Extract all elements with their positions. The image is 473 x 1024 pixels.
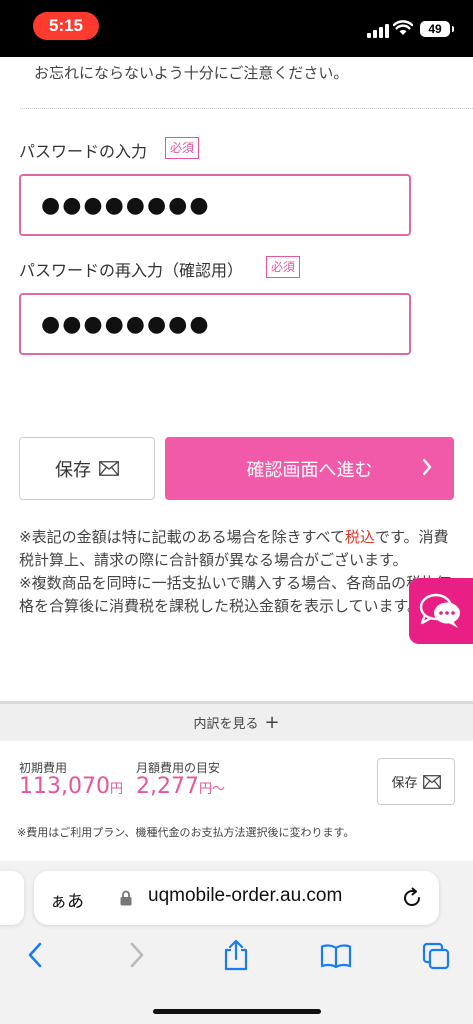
- bookmarks-icon[interactable]: [320, 943, 352, 969]
- plus-icon: +: [264, 711, 280, 733]
- page-settings-button[interactable]: ぁあ: [50, 887, 84, 912]
- status-bar: 5:15 49: [0, 0, 473, 57]
- proceed-button-label: 確認画面へ進む: [246, 459, 373, 481]
- summary-save-button[interactable]: 保存: [377, 758, 455, 805]
- divider: [20, 108, 473, 109]
- password-input[interactable]: ●●●●●●●●: [19, 174, 411, 236]
- chat-bubble-icon: [419, 593, 460, 628]
- forward-icon[interactable]: [128, 941, 146, 969]
- password-confirm-input[interactable]: ●●●●●●●●: [19, 293, 411, 355]
- reload-icon[interactable]: [401, 887, 423, 909]
- password-confirm-label: パスワードの再入力（確認用）: [19, 261, 244, 280]
- tax-included-text: 税込: [344, 528, 375, 546]
- password-notice: お忘れにならないよう十分にご注意ください。: [34, 64, 349, 82]
- summary-save-label: 保存: [391, 776, 418, 791]
- initial-cost-value: 113,070円: [19, 774, 123, 799]
- url-text: uqmobile-order.au.com: [148, 885, 343, 906]
- battery-icon: 49: [420, 21, 454, 37]
- monthly-cost-value: 2,277円〜: [136, 774, 225, 799]
- tabs-icon[interactable]: [422, 942, 450, 970]
- required-badge: 必須: [266, 256, 301, 278]
- status-time: 5:15: [33, 12, 99, 40]
- lock-icon: [120, 890, 132, 906]
- price-notes: ※表記の金額は特に記載のある場合を除きすべて税込です。消費税計算上、請求の際に合…: [19, 526, 459, 618]
- browser-toolbar: [0, 931, 473, 1024]
- fee-note: ※費用はご利用プラン、機種代金のお支払方法選択後に変わります。: [17, 826, 355, 839]
- home-indicator: [153, 1009, 321, 1014]
- wifi-icon: [393, 20, 413, 35]
- password-masked-value: ●●●●●●●●: [41, 193, 211, 218]
- required-badge: 必須: [165, 137, 200, 159]
- share-icon[interactable]: [223, 939, 249, 971]
- browser-address-area: ぁあ uqmobile-order.au.com: [0, 861, 473, 931]
- previous-tab-preview[interactable]: [0, 871, 24, 925]
- password-label: パスワードの入力: [19, 142, 148, 161]
- cost-summary: 初期費用 113,070円 月額費用の目安 2,277円〜 保存 ※費用はご利用…: [0, 741, 473, 861]
- chat-support-button[interactable]: [409, 578, 473, 644]
- multi-item-note: ※複数商品を同時に一括支払いで購入する場合、各商品の税抜価格を合算後に消費税を課…: [19, 574, 452, 615]
- back-icon[interactable]: [26, 941, 44, 969]
- proceed-to-confirmation-button[interactable]: 確認画面へ進む: [165, 437, 454, 500]
- envelope-icon: [99, 461, 119, 476]
- save-button-label: 保存: [55, 459, 91, 481]
- address-bar[interactable]: ぁあ uqmobile-order.au.com: [34, 871, 439, 925]
- save-button[interactable]: 保存: [19, 437, 155, 500]
- view-breakdown-label: 内訳を見る: [193, 717, 259, 732]
- cellular-signal-icon: [367, 22, 389, 38]
- envelope-icon: [422, 774, 441, 789]
- chevron-right-icon: [422, 458, 432, 476]
- view-breakdown-button[interactable]: 内訳を見る +: [0, 704, 473, 741]
- password-confirm-masked-value: ●●●●●●●●: [41, 312, 211, 337]
- tax-note: ※表記の金額は特に記載のある場合を除きすべて税込です。消費税計算上、請求の際に合…: [19, 528, 449, 569]
